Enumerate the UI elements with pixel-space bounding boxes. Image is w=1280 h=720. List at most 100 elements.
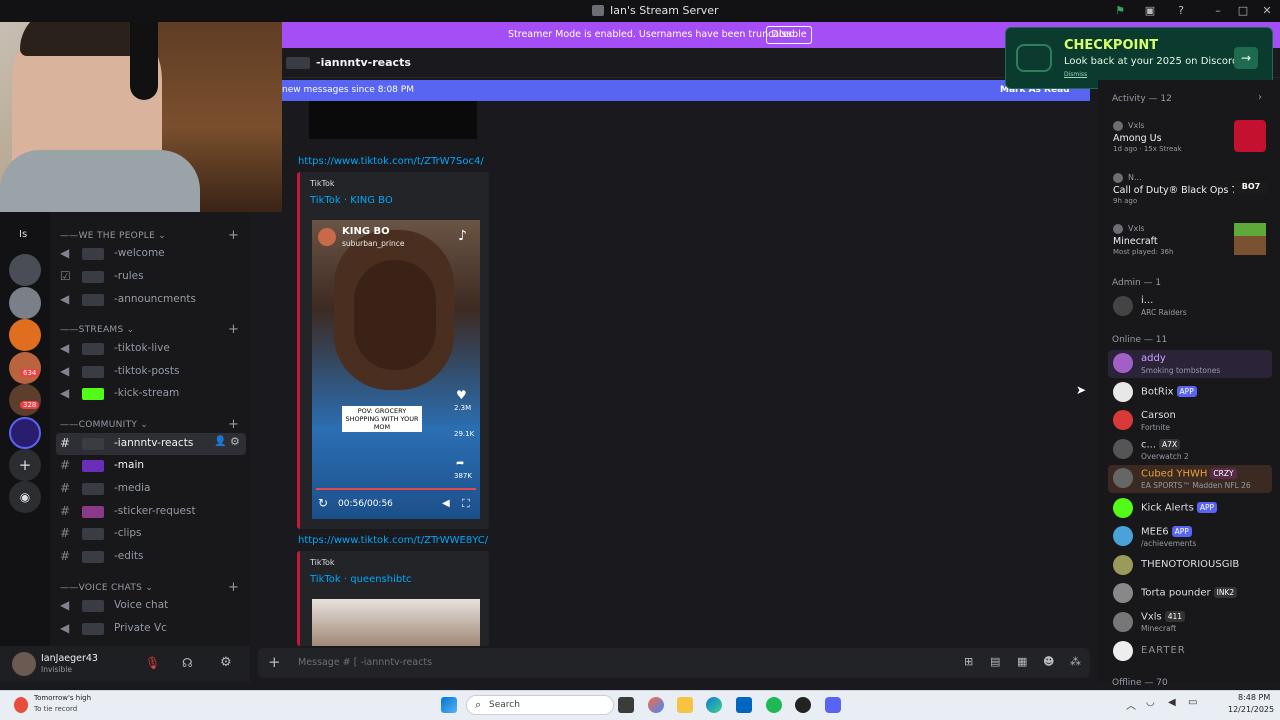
new-messages-bar[interactable]: new messages since 8:08 PM Mark As Read — [282, 80, 1090, 101]
clock-date[interactable]: 12/21/2025 — [1228, 705, 1274, 714]
copilot-icon[interactable] — [648, 697, 664, 713]
add-server-icon[interactable]: + — [9, 449, 41, 481]
avatar[interactable] — [1113, 353, 1133, 373]
dismiss-link[interactable]: Dismiss — [1064, 71, 1087, 78]
wifi-icon[interactable]: ◡ — [1146, 697, 1155, 708]
category-header[interactable]: ——VOICE CHATS ⌄ — [60, 583, 153, 593]
inbox-icon[interactable]: ▣ — [1143, 4, 1157, 18]
arrow-right-icon[interactable]: → — [1234, 47, 1258, 69]
like-icon[interactable]: ♥ — [456, 388, 467, 402]
add-channel-icon[interactable]: + — [228, 580, 239, 595]
user-settings-icon[interactable]: ⚙ — [220, 655, 232, 670]
discover-icon[interactable]: ◉ — [9, 481, 41, 513]
share-icon[interactable]: ➦ — [456, 458, 464, 469]
channel-sticker-request[interactable]: # -sticker-request — [56, 501, 246, 523]
clock-time[interactable]: 8:48 PM — [1238, 693, 1270, 702]
server-icon[interactable] — [9, 352, 41, 384]
discord-icon[interactable] — [825, 697, 841, 713]
channel-main[interactable]: # -main — [56, 455, 246, 477]
minimize-icon[interactable]: – — [1211, 4, 1225, 18]
weather-line2[interactable]: To tie record — [34, 705, 77, 713]
avatar[interactable] — [1113, 641, 1133, 661]
fullscreen-icon[interactable]: ⛶ — [462, 497, 470, 511]
tiktok-link[interactable]: https://www.tiktok.com/t/ZTrWWE8YC/ — [298, 535, 488, 546]
avatar[interactable] — [12, 652, 36, 676]
add-attachment-icon[interactable]: + — [268, 653, 281, 671]
avatar[interactable] — [1113, 382, 1133, 402]
edge-icon[interactable] — [706, 697, 722, 713]
activity-header[interactable]: Activity — 12 — [1112, 94, 1172, 104]
flag-icon[interactable]: ⚑ — [1113, 4, 1127, 18]
tiktok-video-player[interactable]: KING BO suburban_prince ♪ POV: GROCERY S… — [312, 220, 480, 519]
obs-icon[interactable] — [795, 697, 811, 713]
taskbar-search[interactable]: ⌕ Search — [466, 695, 614, 715]
member-name[interactable]: Torta pounder INK2 — [1141, 587, 1238, 599]
channel-kick-stream[interactable]: ◀ -kick-stream — [56, 383, 246, 405]
member-name[interactable]: Vxls 411 — [1141, 611, 1186, 623]
battery-icon[interactable]: ▭ — [1188, 697, 1197, 708]
help-icon[interactable]: ? — [1174, 4, 1188, 18]
member-name[interactable]: i... — [1141, 295, 1153, 306]
category-header[interactable]: ——WE THE PEOPLE ⌄ — [60, 231, 166, 241]
message-input[interactable]: Message # [ -iannntv-reacts — [298, 657, 432, 668]
store-icon[interactable] — [736, 697, 752, 713]
disable-button[interactable]: Disable — [766, 26, 812, 44]
avatar[interactable] — [1113, 526, 1133, 546]
avatar[interactable] — [1113, 439, 1133, 459]
server-icon[interactable] — [9, 254, 41, 286]
tiktok-link[interactable]: https://www.tiktok.com/t/ZTrW7Soc4/ — [298, 156, 484, 167]
emoji-icon[interactable]: ☻ — [1043, 655, 1054, 668]
sticker-icon[interactable]: ▦ — [1017, 655, 1027, 668]
activity-card[interactable]: N... Call of Duty® Black Ops 7 9h ago BO… — [1112, 172, 1272, 208]
member-name[interactable]: THENOTORIOUSGIB — [1141, 559, 1239, 570]
server-icon[interactable] — [9, 319, 41, 351]
add-channel-icon[interactable]: + — [228, 322, 239, 337]
video-progress-bar[interactable] — [316, 488, 476, 490]
weather-line1[interactable]: Tomorrow's high — [34, 694, 91, 702]
channel-media[interactable]: # -media — [56, 478, 246, 500]
file-explorer-icon[interactable] — [677, 697, 693, 713]
member-name[interactable]: Kick Alerts APP — [1141, 502, 1218, 514]
channel-rules[interactable]: ☑ -rules — [56, 266, 246, 288]
avatar[interactable] — [1113, 555, 1133, 575]
tray-chevron-icon[interactable]: ︿ — [1126, 697, 1136, 712]
server-icon[interactable] — [9, 287, 41, 319]
server-icon[interactable] — [9, 417, 41, 449]
tiktok-video-player[interactable] — [312, 599, 480, 646]
channel-announcments[interactable]: ◀ -announcments — [56, 289, 246, 311]
avatar[interactable] — [1113, 410, 1133, 430]
channel-clips[interactable]: # -clips — [56, 523, 246, 545]
settings-icon[interactable]: ⚙ — [230, 435, 240, 448]
avatar[interactable] — [1113, 498, 1133, 518]
spotify-icon[interactable] — [766, 697, 782, 713]
channel-tiktok-live[interactable]: ◀ -tiktok-live — [56, 338, 246, 360]
gif-icon[interactable]: ▤ — [990, 655, 1000, 668]
avatar[interactable] — [1113, 296, 1133, 316]
voice-channel-voice-chat[interactable]: ◀ Voice chat — [56, 595, 246, 617]
member-name[interactable]: c... A7X — [1141, 439, 1181, 451]
category-header[interactable]: ——STREAMS ⌄ — [60, 325, 135, 335]
apps-icon[interactable]: ⁂ — [1070, 655, 1081, 668]
close-icon[interactable]: ✕ — [1260, 4, 1274, 18]
chevron-right-icon[interactable]: › — [1258, 92, 1262, 103]
embed-title[interactable]: TikTok · queenshibtc — [310, 574, 412, 585]
activity-card[interactable]: Vxls Minecraft Most played: 36h — [1112, 223, 1272, 259]
member-name[interactable]: MEE6 APP — [1141, 526, 1192, 538]
member-name[interactable]: EARTER — [1141, 645, 1186, 656]
add-channel-icon[interactable]: + — [228, 417, 239, 432]
embed-title[interactable]: TikTok · KING BO — [310, 195, 393, 206]
activity-card[interactable]: Vxls Among Us 1d ago · 15x Streak — [1112, 120, 1272, 156]
channel-edits[interactable]: # -edits — [56, 546, 246, 568]
task-view-icon[interactable] — [618, 697, 634, 713]
volume-icon[interactable]: ◀ — [442, 498, 450, 509]
member-name[interactable]: Carson — [1141, 410, 1176, 421]
replay-icon[interactable]: ↻ — [318, 496, 328, 510]
windows-start-icon[interactable] — [441, 697, 457, 713]
previous-video-thumbnail[interactable] — [309, 101, 477, 139]
channel-tiktok-posts[interactable]: ◀ -tiktok-posts — [56, 361, 246, 383]
maximize-icon[interactable]: □ — [1236, 4, 1250, 18]
avatar[interactable] — [1113, 612, 1133, 632]
channel-iannntv-reacts[interactable]: # -iannntv-reacts 👤 ⚙ — [56, 433, 246, 455]
member-name[interactable]: addy — [1141, 353, 1166, 364]
member-name[interactable]: Cubed YHWH CRZY — [1141, 468, 1237, 480]
